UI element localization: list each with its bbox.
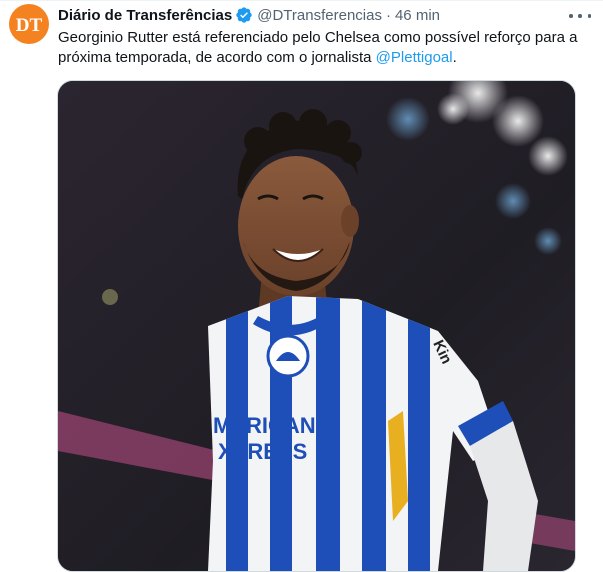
timestamp[interactable]: 46 min <box>395 7 440 24</box>
more-options-icon[interactable] <box>569 8 591 24</box>
verified-badge-icon <box>236 7 252 23</box>
tweet-header: Diário de Transferências @DTransferencia… <box>58 6 563 24</box>
dt-logo-icon: DT <box>16 15 43 36</box>
svg-text:DT: DT <box>16 15 43 36</box>
svg-text:XPRESS: XPRESS <box>218 439 307 464</box>
author-handle[interactable]: @DTransferencias <box>257 7 382 24</box>
author-name[interactable]: Diário de Transferências <box>58 7 232 24</box>
player-photo: MERICAN XPRESS Kin <box>58 81 575 571</box>
tweet-text: Georginio Rutter está referenciado pelo … <box>58 28 578 68</box>
author-avatar[interactable]: DT <box>9 4 49 44</box>
tweet-text-end: . <box>452 49 457 66</box>
mention-link[interactable]: @Plettigoal <box>376 49 453 66</box>
tweet-media-photo[interactable]: MERICAN XPRESS Kin <box>57 80 576 572</box>
separator-dot: · <box>385 6 391 24</box>
tweet-text-body: Georginio Rutter está referenciado pelo … <box>58 29 578 66</box>
svg-text:MERICAN: MERICAN <box>213 413 316 438</box>
divider <box>0 0 603 1</box>
